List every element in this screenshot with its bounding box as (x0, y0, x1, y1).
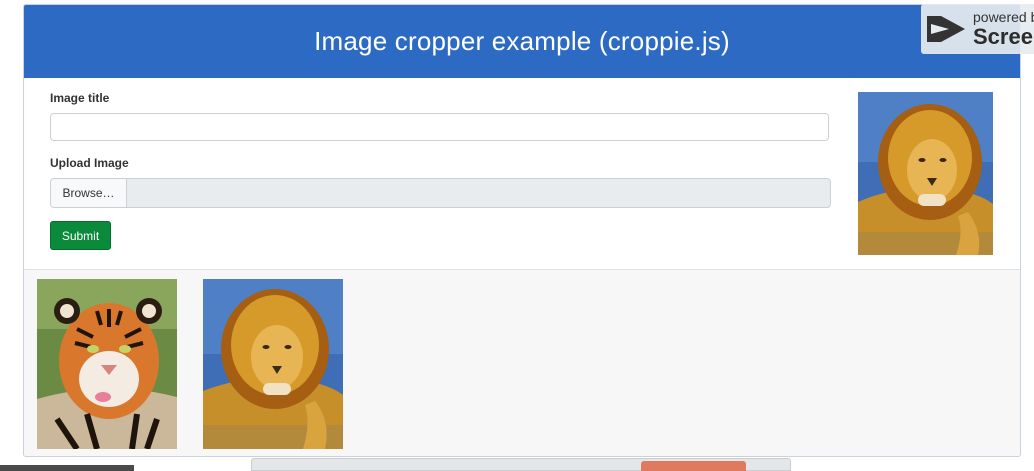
gallery-item[interactable] (37, 279, 177, 449)
lion-image (203, 279, 343, 449)
cropped-preview-image (858, 92, 993, 255)
submit-button[interactable]: Submit (50, 221, 111, 250)
app-card: Image cropper example (croppie.js) Image… (23, 4, 1021, 457)
page-title: Image cropper example (croppie.js) (314, 26, 730, 56)
recording-toolbar-button[interactable] (641, 461, 746, 471)
screencast-watermark: powered by Screencast-O-Matic (921, 4, 1034, 54)
taskbar-fragment (0, 465, 134, 471)
tiger-image (37, 279, 177, 449)
upload-image-label: Upload Image (50, 156, 129, 170)
watermark-powered-by: powered by (973, 9, 1034, 25)
play-icon (927, 16, 965, 42)
gallery-item[interactable] (203, 279, 343, 449)
file-input[interactable]: Browse… (50, 178, 831, 208)
watermark-brand: Screencast-O-Matic (973, 24, 1034, 49)
browse-button[interactable]: Browse… (51, 179, 127, 207)
image-title-label: Image title (50, 91, 110, 105)
page-header: Image cropper example (croppie.js) (24, 5, 1020, 78)
file-name-display[interactable] (127, 179, 830, 207)
lion-image (858, 92, 993, 255)
image-title-input[interactable] (50, 113, 829, 141)
image-gallery (24, 270, 1020, 456)
